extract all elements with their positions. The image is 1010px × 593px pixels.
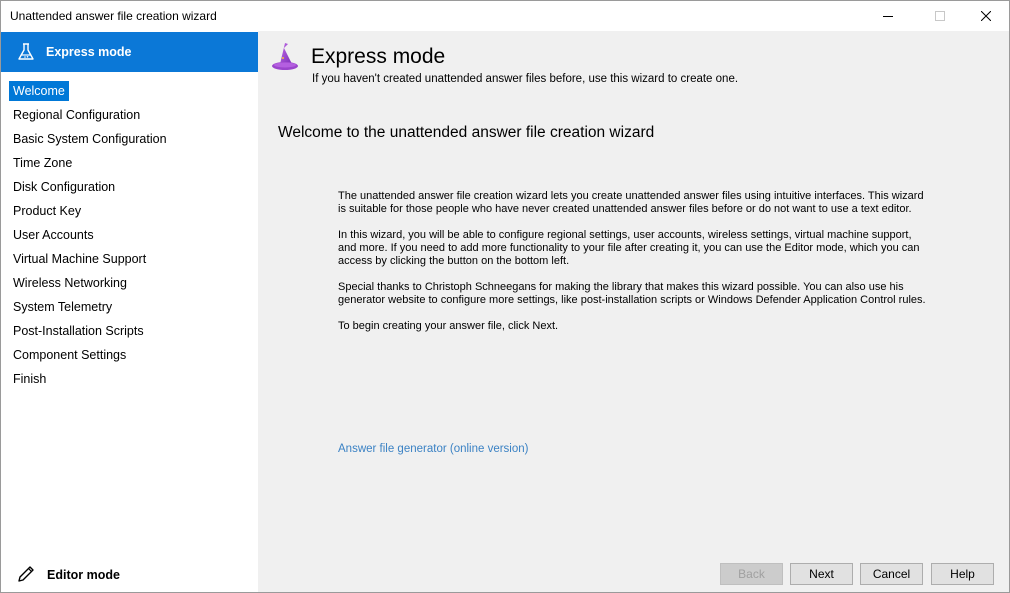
editor-mode-button[interactable]: Editor mode bbox=[1, 559, 258, 589]
page-subtitle: If you haven't created unattended answer… bbox=[312, 73, 739, 85]
welcome-description: The unattended answer file creation wiza… bbox=[338, 190, 928, 346]
sidebar-item-user-accounts[interactable]: User Accounts bbox=[1, 223, 258, 247]
editor-mode-label: Editor mode bbox=[47, 568, 120, 582]
sidebar-item-component-settings[interactable]: Component Settings bbox=[1, 343, 258, 367]
help-button[interactable]: Help bbox=[931, 563, 994, 585]
close-button[interactable] bbox=[963, 1, 1009, 31]
description-paragraph-1: The unattended answer file creation wiza… bbox=[338, 190, 924, 215]
sidebar-item-basic-system-configuration[interactable]: Basic System Configuration bbox=[1, 127, 258, 151]
close-icon bbox=[981, 11, 991, 21]
sidebar-item-regional-configuration[interactable]: Regional Configuration bbox=[1, 103, 258, 127]
flask-icon bbox=[18, 43, 34, 60]
online-generator-link[interactable]: Answer file generator (online version) bbox=[338, 443, 528, 455]
sidebar-item-finish[interactable]: Finish bbox=[1, 367, 258, 391]
welcome-heading: Welcome to the unattended answer file cr… bbox=[278, 124, 655, 141]
minimize-icon bbox=[883, 16, 893, 17]
back-button[interactable]: Back bbox=[720, 563, 783, 585]
sidebar-item-disk-configuration[interactable]: Disk Configuration bbox=[1, 175, 258, 199]
pencil-icon bbox=[18, 566, 34, 582]
sidebar-item-system-telemetry[interactable]: System Telemetry bbox=[1, 295, 258, 319]
description-paragraph-3: Special thanks to Christoph Schneegans f… bbox=[338, 281, 926, 306]
minimize-button[interactable] bbox=[865, 1, 911, 31]
maximize-icon bbox=[935, 11, 945, 21]
description-paragraph-4: To begin creating your answer file, clic… bbox=[338, 320, 559, 332]
wizard-window: Unattended answer file creation wizard E… bbox=[0, 0, 1010, 593]
sidebar: Express mode Welcome Regional Configurat… bbox=[1, 31, 258, 592]
sidebar-item-post-installation-scripts[interactable]: Post-Installation Scripts bbox=[1, 319, 258, 343]
sidebar-item-virtual-machine-support[interactable]: Virtual Machine Support bbox=[1, 247, 258, 271]
express-mode-header[interactable]: Express mode bbox=[1, 32, 258, 72]
maximize-button[interactable] bbox=[917, 1, 963, 31]
cancel-button[interactable]: Cancel bbox=[860, 563, 923, 585]
window-title: Unattended answer file creation wizard bbox=[10, 9, 217, 23]
title-bar: Unattended answer file creation wizard bbox=[1, 1, 1009, 31]
page-title: Express mode bbox=[311, 45, 446, 68]
sidebar-item-welcome[interactable]: Welcome bbox=[1, 79, 258, 103]
sidebar-item-wireless-networking[interactable]: Wireless Networking bbox=[1, 271, 258, 295]
main-panel: Express mode If you haven't created unat… bbox=[258, 31, 1009, 592]
next-button[interactable]: Next bbox=[790, 563, 853, 585]
express-mode-label: Express mode bbox=[46, 45, 132, 59]
step-list: Welcome Regional Configuration Basic Sys… bbox=[1, 79, 258, 391]
description-paragraph-2: In this wizard, you will be able to conf… bbox=[338, 229, 920, 267]
wizard-hat-icon bbox=[272, 43, 298, 70]
sidebar-item-time-zone[interactable]: Time Zone bbox=[1, 151, 258, 175]
sidebar-item-product-key[interactable]: Product Key bbox=[1, 199, 258, 223]
